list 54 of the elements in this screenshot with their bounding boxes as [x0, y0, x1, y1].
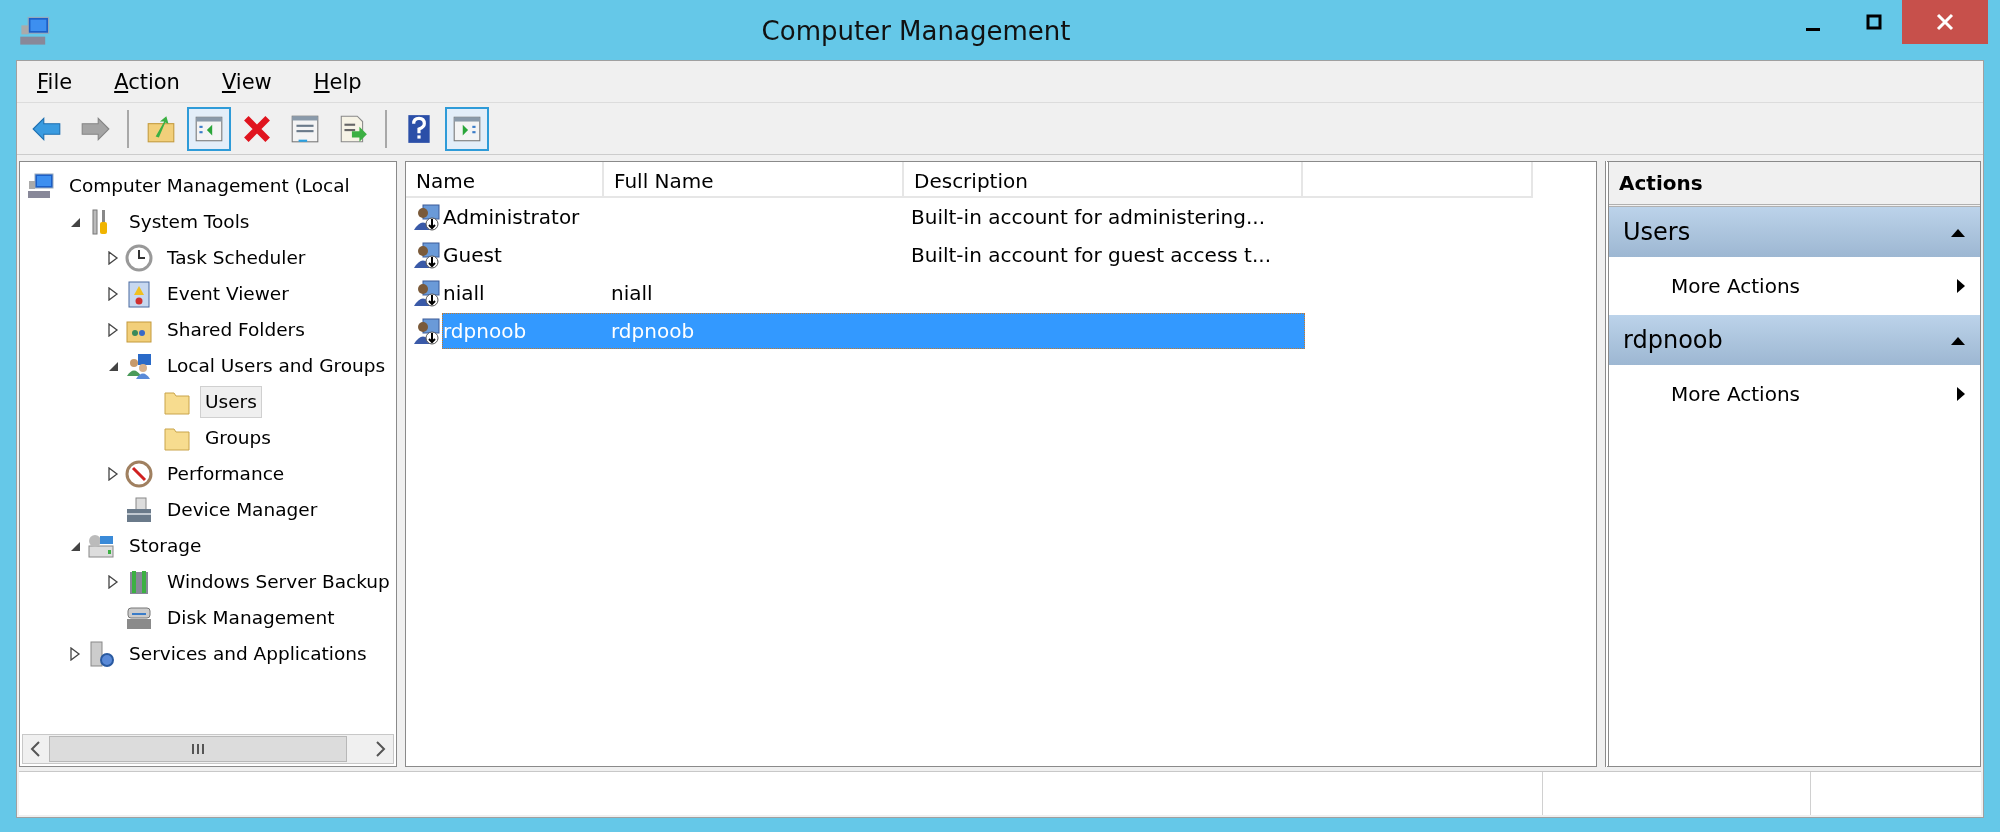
tree-item[interactable]: Services and Applications [124, 638, 372, 670]
window-title: Computer Management [760, 15, 1072, 48]
users-icon [124, 351, 154, 381]
scroll-thumb[interactable] [49, 736, 347, 762]
table-row[interactable]: Administrator Built-in account for administering... [442, 199, 1305, 235]
tree-item[interactable]: Performance [162, 458, 290, 490]
minimize-icon [1806, 27, 1820, 31]
maximize-icon [1865, 13, 1883, 31]
tree-item[interactable]: Local Users and Groups [162, 350, 391, 382]
tree-item[interactable]: Task Scheduler [162, 242, 311, 274]
section-title: Users [1623, 217, 1691, 248]
menu-item[interactable]: Help [303, 67, 372, 96]
section-title: rdpnoob [1623, 325, 1723, 356]
table-cell-text: Administrator [443, 204, 581, 231]
column-header[interactable]: Description [904, 162, 1303, 198]
user-icon [412, 278, 442, 308]
table-cell-text: Built-in account for administering... [910, 204, 1267, 231]
tree-item[interactable]: System Tools [124, 206, 255, 238]
section-header[interactable]: Users [1609, 207, 1980, 257]
section-header[interactable]: rdpnoob [1609, 315, 1980, 365]
submenu-arrow-icon [1956, 278, 1966, 294]
tree-item[interactable]: Storage [124, 530, 207, 562]
tree-item[interactable]: Users [200, 386, 262, 418]
table-cell-text: rdpnoob [443, 318, 528, 345]
table-cell-text: Guest [443, 242, 503, 269]
tree-item[interactable]: Event Viewer [162, 278, 294, 310]
menu-item[interactable]: Action [104, 67, 190, 96]
tree-item[interactable]: Device Manager [162, 494, 323, 526]
table-cell-text: niall [610, 280, 654, 307]
user-icon [412, 202, 442, 232]
tree-item[interactable]: Computer Management (Local [64, 170, 355, 202]
menu-item[interactable]: File [27, 67, 83, 96]
user-icon [412, 240, 442, 270]
clock-icon [124, 243, 154, 273]
user-icon [412, 316, 442, 346]
tree-item[interactable]: Shared Folders [162, 314, 310, 346]
computer-icon [26, 171, 56, 201]
tree-item[interactable]: Groups [200, 422, 276, 454]
column-header[interactable]: Name [406, 162, 604, 198]
table-cell-text: Built-in account for guest access t... [910, 242, 1272, 269]
submenu-arrow-icon [1956, 386, 1966, 402]
horizontal-scrollbar[interactable] [22, 734, 394, 764]
tree-item[interactable]: Disk Management [162, 602, 340, 634]
table-cell-text: niall [443, 280, 486, 307]
column-header[interactable]: Full Name [604, 162, 904, 198]
computer-icon [18, 14, 52, 48]
pane-title: Actions [1609, 162, 1980, 207]
table-row[interactable]: niall niall [442, 275, 1305, 311]
table-row[interactable]: Guest Built-in account for guest access t... [442, 237, 1305, 273]
menu-item[interactable]: View [211, 67, 282, 96]
close-icon [1935, 12, 1955, 32]
table-cell-text: rdpnoob [610, 318, 696, 345]
device-manager-icon [124, 495, 154, 525]
tree-item[interactable]: Windows Server Backup [162, 566, 395, 598]
